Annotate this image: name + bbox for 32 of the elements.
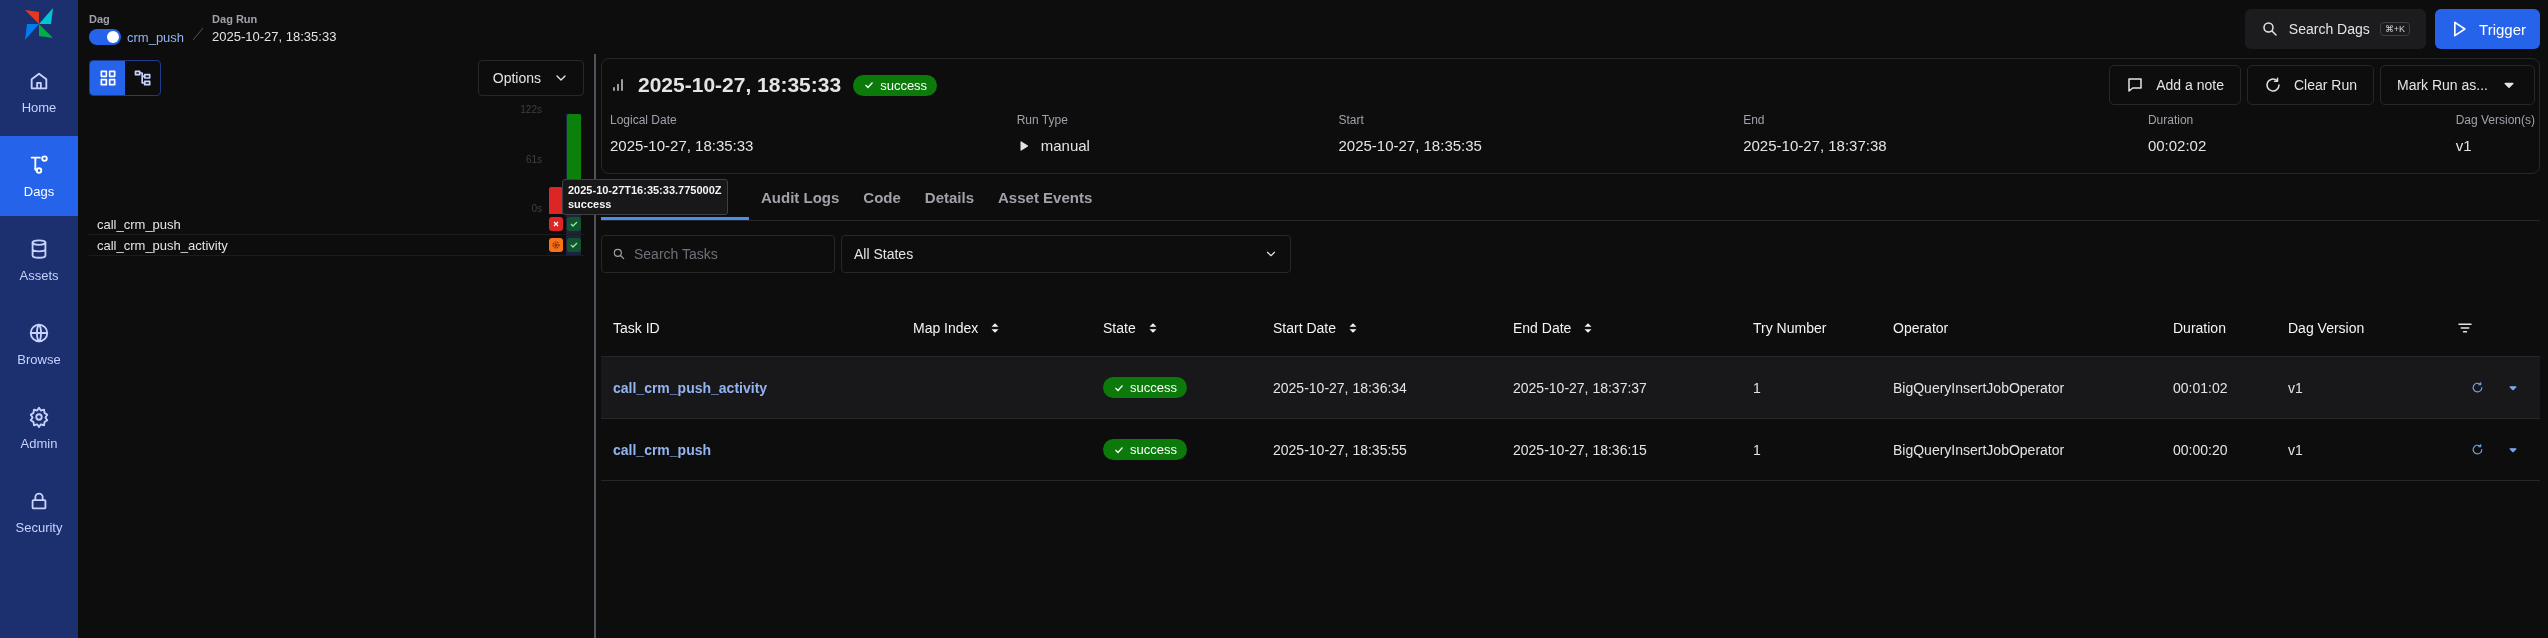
field-value: 2025-10-27, 18:35:35: [1338, 137, 1482, 154]
field-value: manual: [1040, 137, 1090, 154]
state-badge: success: [853, 74, 938, 96]
table-cell-text: 2025-10-27, 18:36:15: [1512, 441, 1648, 458]
field-label: Logical Date: [610, 113, 678, 127]
breadcrumb-label: Dag: [89, 13, 111, 25]
table-cell-text: 2025-10-27, 18:36:34: [1272, 379, 1408, 396]
table-cell-text: v1: [2287, 441, 2304, 458]
table-cell-text: BigQueryInsertJobOperator: [1892, 441, 2066, 458]
breadcrumb-label: Dag Run: [212, 13, 259, 25]
field-value: 2025-10-27, 18:37:38: [1743, 137, 1887, 154]
field-value: v1: [2455, 137, 2472, 154]
table-cell-text: 00:01:02: [2172, 379, 2229, 396]
field-value: 2025-10-27, 18:35:33: [610, 137, 754, 154]
field-label: Dag Version(s): [2455, 113, 2535, 127]
run-title: 2025-10-27, 18:35:33: [638, 73, 842, 97]
field-label: Run Type: [1016, 113, 1069, 127]
table-cell-text: 1: [1752, 379, 1762, 396]
field-label: Duration: [2147, 113, 2195, 127]
table-cell-text: 2025-10-27, 18:37:37: [1512, 379, 1648, 396]
field-label: End: [1743, 113, 1766, 127]
field-value: 00:02:02: [2147, 137, 2207, 154]
table-cell-text: 00:00:20: [2172, 441, 2229, 458]
table-cell-text: v1: [2287, 379, 2304, 396]
field-label: Start: [1338, 113, 1365, 127]
state-badge: success: [1103, 377, 1187, 398]
table-cell-text: 1: [1752, 441, 1762, 458]
state-badge: success: [1103, 439, 1187, 460]
table-cell-text: BigQueryInsertJobOperator: [1892, 379, 2066, 396]
shortcut-hint: ⌘+K: [2379, 22, 2411, 36]
tooltip: 2025-10-27T16:35:33.775000Z success: [562, 179, 728, 215]
table-cell-text: 2025-10-27, 18:35:55: [1272, 441, 1408, 458]
